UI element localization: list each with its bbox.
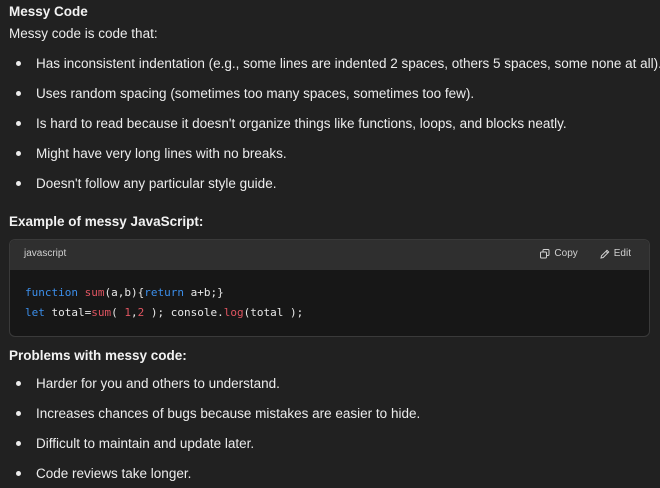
list-item: Code reviews take longer. bbox=[9, 463, 420, 488]
bullet-icon bbox=[16, 91, 21, 96]
list-item: Difficult to maintain and update later. bbox=[9, 433, 420, 463]
copy-icon bbox=[540, 248, 550, 259]
list-item: Has inconsistent indentation (e.g., some… bbox=[9, 53, 660, 83]
code-line: let total=sum( 1,2 ); console.log(total … bbox=[25, 306, 304, 319]
list-item-text: Code reviews take longer. bbox=[36, 466, 192, 481]
section-title-example: Example of messy JavaScript: bbox=[9, 214, 204, 229]
edit-button-label: Edit bbox=[613, 248, 631, 259]
problems-list: Harder for you and others to understand.… bbox=[9, 373, 420, 488]
list-item-text: Is hard to read because it doesn't organ… bbox=[36, 116, 567, 131]
code-line: function sum(a,b){return a+b;} bbox=[25, 286, 224, 299]
bullet-icon bbox=[16, 61, 21, 66]
list-item: Doesn't follow any particular style guid… bbox=[9, 173, 660, 203]
list-item-text: Difficult to maintain and update later. bbox=[36, 436, 255, 451]
bullet-icon bbox=[16, 151, 21, 156]
copy-button[interactable]: Copy bbox=[540, 248, 578, 259]
code-block: javascript Copy Edit function sum(a,b){r… bbox=[9, 239, 650, 337]
edit-button[interactable]: Edit bbox=[600, 248, 631, 259]
section-title-messy-code: Messy Code bbox=[9, 4, 88, 19]
list-item-text: Increases chances of bugs because mistak… bbox=[36, 406, 421, 421]
bullet-icon bbox=[16, 411, 21, 416]
list-item-text: Has inconsistent indentation (e.g., some… bbox=[36, 56, 660, 71]
pencil-icon bbox=[600, 249, 610, 259]
messy-code-traits-list: Has inconsistent indentation (e.g., some… bbox=[9, 53, 660, 203]
list-item-text: Might have very long lines with no break… bbox=[36, 146, 287, 161]
code-block-actions: Copy Edit bbox=[540, 248, 631, 259]
list-item-text: Harder for you and others to understand. bbox=[36, 376, 280, 391]
bullet-icon bbox=[16, 471, 21, 476]
bullet-icon bbox=[16, 441, 21, 446]
list-item-text: Uses random spacing (sometimes too many … bbox=[36, 86, 475, 101]
bullet-icon bbox=[16, 121, 21, 126]
bullet-icon bbox=[16, 181, 21, 186]
list-item: Is hard to read because it doesn't organ… bbox=[9, 113, 660, 143]
code-content[interactable]: function sum(a,b){return a+b;} let total=… bbox=[10, 270, 649, 323]
list-item: Might have very long lines with no break… bbox=[9, 143, 660, 173]
list-item: Increases chances of bugs because mistak… bbox=[9, 403, 420, 433]
list-item-text: Doesn't follow any particular style guid… bbox=[36, 176, 277, 191]
code-block-header: javascript Copy Edit bbox=[10, 240, 649, 270]
list-item: Uses random spacing (sometimes too many … bbox=[9, 83, 660, 113]
copy-button-label: Copy bbox=[554, 248, 578, 259]
list-item: Harder for you and others to understand. bbox=[9, 373, 420, 403]
bullet-icon bbox=[16, 381, 21, 386]
code-language-label: javascript bbox=[24, 248, 67, 259]
section-title-problems: Problems with messy code: bbox=[9, 348, 187, 363]
intro-text: Messy code is code that: bbox=[9, 26, 158, 41]
